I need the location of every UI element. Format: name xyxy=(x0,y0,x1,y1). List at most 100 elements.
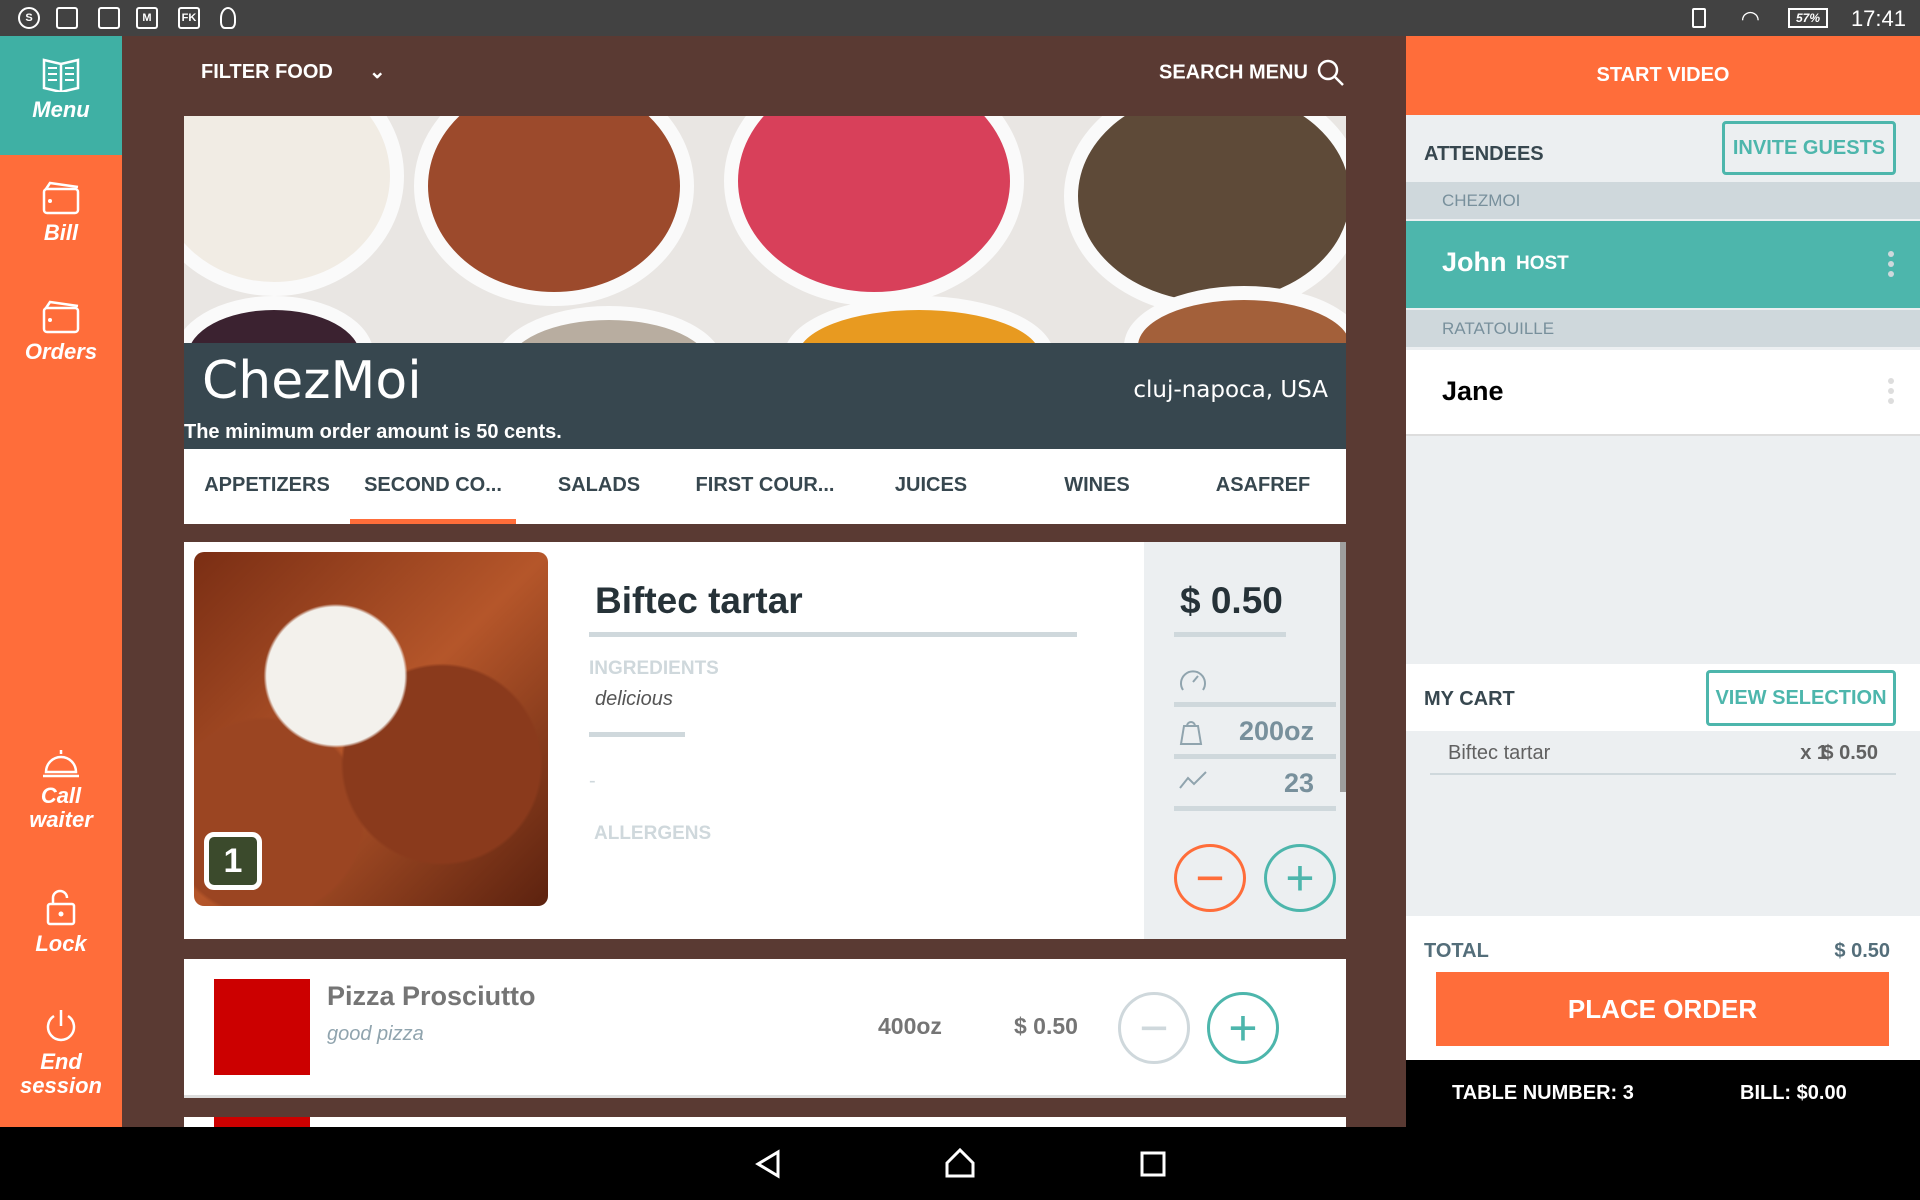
start-video-button[interactable]: START VIDEO xyxy=(1406,36,1920,115)
place-order-button[interactable]: PLACE ORDER xyxy=(1436,972,1889,1046)
decrease-quantity-button[interactable]: − xyxy=(1118,992,1190,1064)
restaurant-info-band: ChezMoi cluj-napoca, USA The minimum ord… xyxy=(184,343,1346,449)
search-label: SEARCH MENU xyxy=(1159,61,1308,84)
wifi-icon: ◠ xyxy=(1740,6,1760,31)
wallet-icon xyxy=(42,181,80,215)
android-nav-bar xyxy=(0,1127,1920,1200)
increase-quantity-button[interactable]: + xyxy=(1264,844,1336,912)
tab-salads[interactable]: SALADS xyxy=(516,449,682,524)
filter-label: FILTER FOOD xyxy=(201,61,333,83)
cart-header: MY CART VIEW SELECTION xyxy=(1406,664,1920,731)
cart-item-name: Biftec tartar xyxy=(1448,742,1551,764)
item-thumbnail xyxy=(214,979,310,1075)
search-icon xyxy=(1318,59,1345,86)
menu-item-row[interactable] xyxy=(184,1117,1346,1127)
plus-icon: + xyxy=(1285,850,1315,906)
cart-heading: MY CART xyxy=(1424,688,1515,710)
bill-amount: BILL: $0.00 xyxy=(1740,1082,1847,1104)
sidebar-item-end-session[interactable]: End session xyxy=(0,1008,122,1098)
minus-icon: − xyxy=(1195,850,1225,906)
recents-icon[interactable] xyxy=(1140,1151,1166,1177)
search-menu-button[interactable]: SEARCH MENU xyxy=(1159,59,1345,87)
minus-icon: − xyxy=(1139,1000,1169,1056)
restaurant-banner-image xyxy=(184,116,1346,343)
item-price: $ 0.50 xyxy=(1014,1013,1078,1039)
session-panel: START VIDEO ATTENDEES INVITE GUESTS CHEZ… xyxy=(1406,36,1920,1127)
item-name: Biftec tartar xyxy=(595,580,803,621)
sidebar: Menu Bill Orders Call waiter Lock End se… xyxy=(0,36,122,1127)
back-icon[interactable] xyxy=(754,1149,782,1179)
restaurant-name: ChezMoi xyxy=(202,351,422,411)
total-value: $ 0.50 xyxy=(1834,940,1890,962)
item-thumbnail xyxy=(214,1117,310,1127)
sidebar-item-label: Orders xyxy=(24,339,98,364)
sidebar-item-bill[interactable]: Bill xyxy=(0,181,122,245)
allergens-label: ALLERGENS xyxy=(594,823,712,844)
vibrate-icon xyxy=(1692,8,1706,28)
tab-asafref[interactable]: ASAFREF xyxy=(1180,449,1346,524)
sidebar-item-label: Lock xyxy=(35,931,87,956)
sidebar-item-call-waiter[interactable]: Call waiter xyxy=(0,748,122,832)
table-info-bar: TABLE NUMBER: 3 BILL: $0.00 xyxy=(1406,1060,1920,1127)
attendee-row-jane[interactable]: Jane xyxy=(1406,350,1920,436)
wallet-icon xyxy=(42,300,80,334)
total-section: TOTAL $ 0.50 PLACE ORDER xyxy=(1406,916,1920,1060)
min-order-notice: The minimum order amount is 50 cents. xyxy=(184,421,562,443)
dash: - xyxy=(589,770,596,792)
category-tabs: APPETIZERS SECOND CO... SALADS FIRST COU… xyxy=(184,449,1346,524)
view-selection-button[interactable]: VIEW SELECTION xyxy=(1706,670,1896,726)
attendees-heading: ATTENDEES xyxy=(1424,143,1544,165)
menu-book-icon xyxy=(42,58,80,92)
sidebar-item-menu[interactable]: Menu xyxy=(0,36,122,155)
item-calories: 23 xyxy=(1283,768,1314,798)
sidebar-item-lock[interactable]: Lock xyxy=(0,888,122,956)
group-label: CHEZMOI xyxy=(1406,182,1920,219)
restaurant-location: cluj-napoca, USA xyxy=(1133,377,1328,403)
ingredients-text: delicious xyxy=(595,688,673,710)
sidebar-item-orders[interactable]: Orders xyxy=(0,300,122,364)
lock-icon xyxy=(46,889,76,926)
chevron-down-icon: ⌄ xyxy=(368,61,386,83)
invite-guests-button[interactable]: INVITE GUESTS xyxy=(1722,121,1896,175)
more-options-icon[interactable] xyxy=(1888,251,1894,281)
gmail-icon: M xyxy=(136,7,158,29)
tab-first-course[interactable]: FIRST COUR... xyxy=(682,449,848,524)
attendee-row-john[interactable]: John HOST xyxy=(1406,221,1920,308)
bell-icon xyxy=(43,750,79,778)
tab-wines[interactable]: WINES xyxy=(1014,449,1180,524)
decrease-quantity-button[interactable]: − xyxy=(1174,844,1246,912)
tab-second-course[interactable]: SECOND CO... xyxy=(350,449,516,524)
menu-area: FILTER FOOD ⌄ SEARCH MENU ChezMoi cluj-na… xyxy=(122,36,1406,1127)
ingredients-label: INGREDIENTS xyxy=(589,658,719,679)
more-options-icon[interactable] xyxy=(1888,378,1894,408)
home-icon[interactable] xyxy=(944,1147,976,1179)
total-label: TOTAL xyxy=(1424,940,1489,962)
sidebar-item-label: End session xyxy=(20,1049,102,1098)
files-icon xyxy=(56,7,78,29)
increase-quantity-button[interactable]: + xyxy=(1207,992,1279,1064)
filter-food-button[interactable]: FILTER FOOD ⌄ xyxy=(201,59,386,84)
battery-icon: 57% xyxy=(1788,8,1828,28)
item-name: Pizza Prosciutto xyxy=(327,981,536,1011)
speedometer-icon xyxy=(1180,670,1206,691)
item-description: good pizza xyxy=(327,1023,424,1045)
featured-item-card[interactable]: 1 Biftec tartar INGREDIENTS delicious - … xyxy=(184,542,1346,939)
menu-item-row[interactable]: Pizza Prosciutto good pizza 400oz $ 0.50… xyxy=(184,959,1346,1098)
trend-icon xyxy=(1179,771,1207,789)
lightbulb-icon xyxy=(220,7,236,29)
attendee-name: Jane xyxy=(1442,376,1504,406)
sidebar-item-label: Bill xyxy=(43,220,79,245)
tab-juices[interactable]: JUICES xyxy=(848,449,1014,524)
item-weight: 200oz xyxy=(1238,716,1314,746)
cart-item[interactable]: Biftec tartar x 1 $ 0.50 xyxy=(1430,731,1896,775)
item-price: $ 0.50 xyxy=(1180,580,1283,621)
group-label: RATATOUILLE xyxy=(1406,310,1920,347)
tab-appetizers[interactable]: APPETIZERS xyxy=(184,449,350,524)
status-bar: S M FK ◠ 57% 17:41 xyxy=(0,0,1920,36)
clock: 17:41 xyxy=(1850,6,1906,31)
plus-icon: + xyxy=(1228,1000,1258,1056)
scrollbar[interactable] xyxy=(1340,542,1346,792)
cart-item-price: $ 0.50 xyxy=(1822,742,1878,764)
weight-icon xyxy=(1179,721,1203,745)
sidebar-item-label: Call waiter xyxy=(29,783,93,832)
